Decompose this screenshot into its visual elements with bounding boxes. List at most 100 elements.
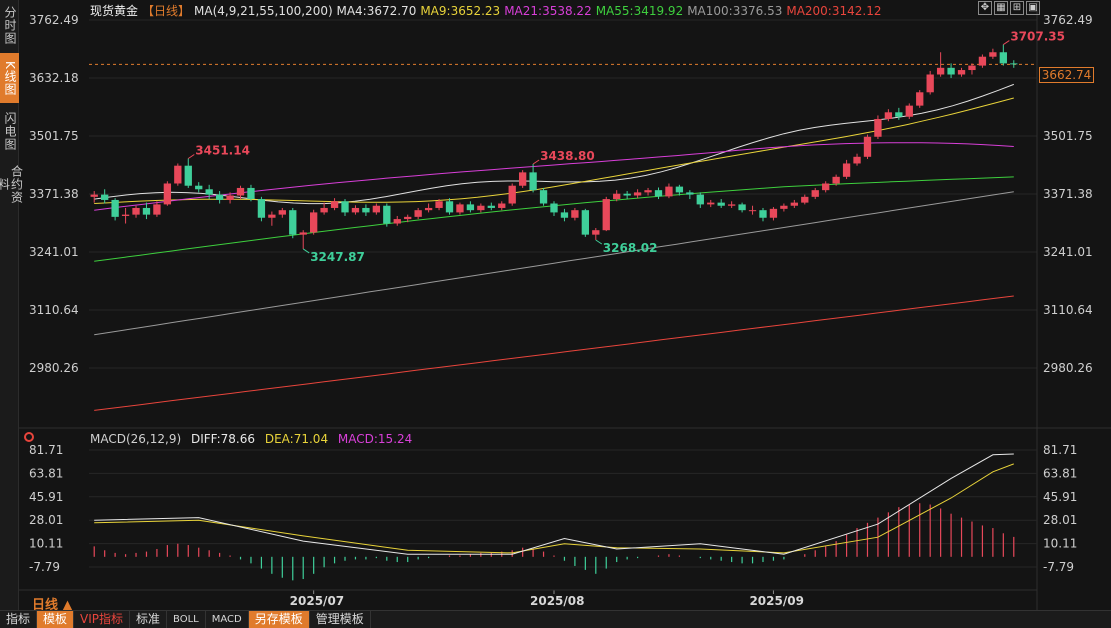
price-tick-right: 3241.01 <box>1043 245 1093 259</box>
candle-down <box>487 205 495 208</box>
macd-dea-value: DEA:71.04 <box>264 432 329 446</box>
macd-tick-left: 28.01 <box>29 513 63 527</box>
candle-up <box>748 210 757 212</box>
candle-down <box>383 205 391 224</box>
tab-save-template[interactable]: 另存模板 <box>248 611 310 628</box>
ma9-legend: MA9:3652.23 <box>420 4 501 18</box>
candle-up <box>926 74 934 93</box>
candle-down <box>539 190 548 204</box>
candle-down <box>184 165 192 186</box>
tab-boll[interactable]: BOLL <box>167 611 206 628</box>
candle-down <box>101 194 109 200</box>
expand-icon[interactable]: ✥ <box>978 1 992 15</box>
candle-up <box>351 207 360 213</box>
price-tick-left: 3632.18 <box>29 71 79 85</box>
macd-tick-right: 45.91 <box>1043 490 1077 504</box>
side-tab-bar: 分时图 K线图 闪电图 合约资料 <box>0 0 24 610</box>
annotation-pointer <box>532 159 540 165</box>
price-tick-left: 3110.64 <box>29 303 79 317</box>
macd-settings-icon[interactable] <box>24 432 34 442</box>
tab-manage-template[interactable]: 管理模板 <box>310 611 371 628</box>
candle-up <box>121 214 130 216</box>
candle-up <box>602 199 610 231</box>
candle-up <box>822 183 830 191</box>
candle-up <box>174 165 182 184</box>
candle-up <box>727 204 736 206</box>
macd-tick-right: 63.81 <box>1043 466 1077 480</box>
macd-dea-line <box>94 463 1014 554</box>
candle-up <box>299 232 307 235</box>
price-tick-right: 3110.64 <box>1043 303 1093 317</box>
tab-standard[interactable]: 标准 <box>130 611 168 628</box>
candle-up <box>989 52 997 57</box>
ma21-legend: MA21:3538.22 <box>504 4 592 18</box>
candle-up <box>863 136 872 157</box>
candle-up <box>456 204 464 213</box>
ma200-legend: MA200:3142.12 <box>786 4 882 18</box>
ma100-legend: MA100:3376.53 <box>687 4 783 18</box>
candle-down <box>205 189 213 195</box>
chart-canvas[interactable]: 3762.493762.493632.183632.183501.753501.… <box>19 0 1111 610</box>
candle-up <box>832 176 840 184</box>
candle-down <box>111 199 119 217</box>
macd-diff-line <box>94 453 1014 555</box>
macd-header: MACD(26,12,9) DIFF:78.66 DEA:71.04 MACD:… <box>90 431 418 447</box>
macd-tick-right: -7.79 <box>1043 560 1074 574</box>
last-price-tag: 3662.74 <box>1039 67 1094 83</box>
candle-down <box>686 192 694 195</box>
candle-down <box>289 210 297 235</box>
candle-up <box>508 185 516 204</box>
tab-kline-chart[interactable]: K线图 <box>0 53 19 103</box>
price-tick-left: 2980.26 <box>29 361 79 375</box>
candle-up <box>644 190 652 193</box>
candle-up <box>957 70 966 75</box>
price-tick-left: 3241.01 <box>29 245 79 259</box>
candle-down <box>215 194 224 200</box>
tab-vip-indicator[interactable]: VIP指标 <box>74 611 131 628</box>
tab-contract-info[interactable]: 合约资料 <box>0 159 24 209</box>
candle-up <box>874 118 882 137</box>
date-tick-label: 2025/08 <box>530 594 584 608</box>
tab-indicator[interactable]: 指标 <box>0 611 38 628</box>
ma4-legend: MA(4,9,21,55,100,200) MA4:3672.70 <box>194 4 417 18</box>
chart-icon[interactable]: ⊞ <box>1010 1 1024 15</box>
candle-up <box>132 207 140 215</box>
candle-down <box>947 67 955 75</box>
candle-down <box>999 52 1007 64</box>
ma55-legend: MA55:3419.92 <box>595 4 684 18</box>
candle-up <box>884 112 893 119</box>
candle-down <box>550 203 558 213</box>
candle-down <box>257 199 266 218</box>
candle-up <box>477 205 485 211</box>
price-tick-right: 3371.38 <box>1043 187 1093 201</box>
candle-up <box>278 210 286 215</box>
macd-tick-left: -7.79 <box>29 560 60 574</box>
tab-macd[interactable]: MACD <box>206 611 249 628</box>
candle-up <box>633 192 642 196</box>
candle-up <box>90 194 98 197</box>
annotation-pointer <box>595 239 603 245</box>
candle-up <box>414 210 422 217</box>
candle-up <box>518 172 527 186</box>
candle-up <box>424 207 433 211</box>
tab-flash-chart[interactable]: 闪电图 <box>0 106 19 156</box>
candle-down <box>581 210 590 235</box>
crosshair-icon[interactable]: ▦ <box>994 1 1008 15</box>
candle-up <box>968 65 976 71</box>
window-icon[interactable]: ▣ <box>1026 1 1040 15</box>
tab-timeshare-chart[interactable]: 分时图 <box>0 0 19 50</box>
candle-down <box>1010 63 1018 65</box>
tab-template[interactable]: 模板 <box>37 611 75 628</box>
candle-up <box>707 202 715 205</box>
date-tick-label: 2025/09 <box>749 594 803 608</box>
candle-down <box>529 172 537 191</box>
candle-up <box>226 195 234 200</box>
price-annotation: 3268.02 <box>603 241 658 255</box>
candle-down <box>895 112 903 117</box>
candle-up <box>404 216 412 220</box>
price-tick-left: 3762.49 <box>29 13 79 27</box>
candle-up <box>571 210 579 218</box>
period-indicator[interactable]: 【日线】 <box>142 4 190 18</box>
price-annotation: 3707.35 <box>1010 30 1065 44</box>
candle-down <box>445 201 454 213</box>
